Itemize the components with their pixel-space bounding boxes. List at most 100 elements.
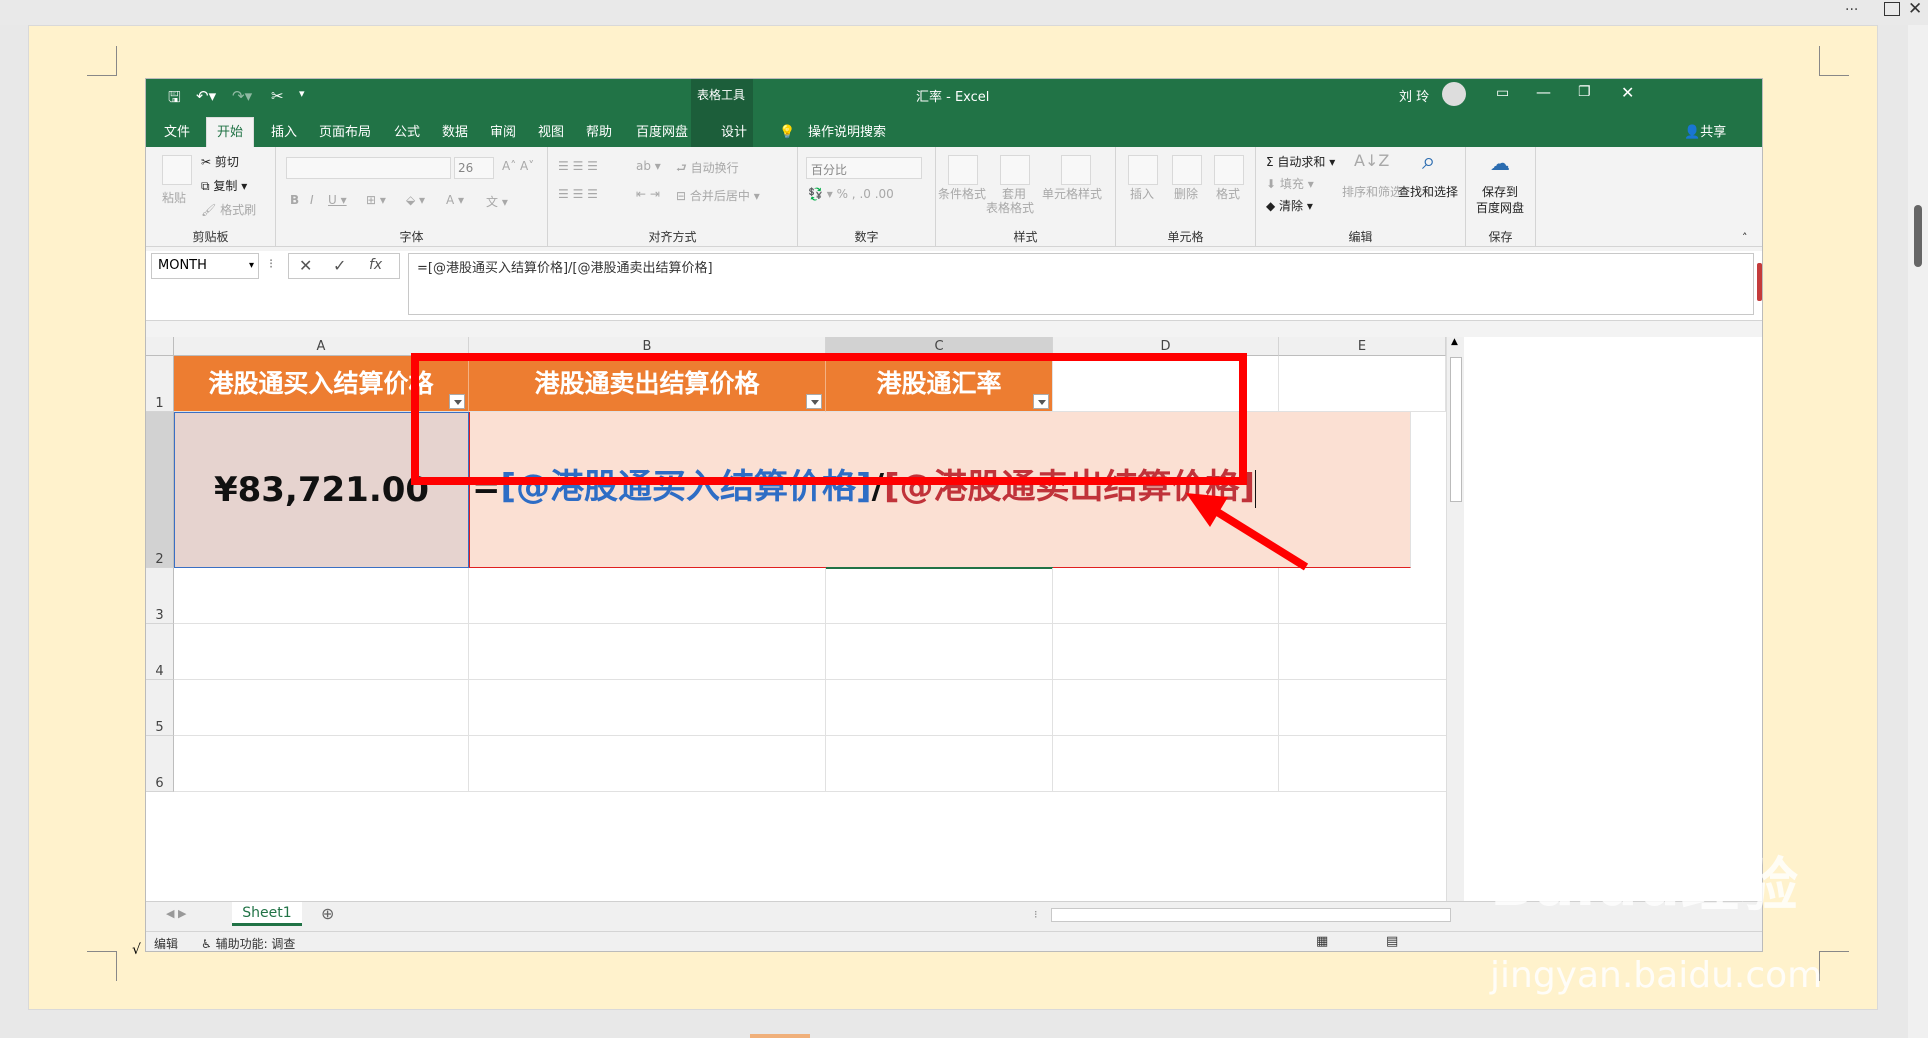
cut-button[interactable]: ✂ 剪切 — [201, 153, 239, 170]
vertical-scrollbar[interactable]: ▲ — [1446, 337, 1464, 901]
formula-scroll-thumb[interactable] — [1757, 263, 1762, 301]
row-header-4[interactable]: 4 — [146, 624, 174, 680]
delete-cells-label[interactable]: 删除 — [1174, 185, 1198, 202]
row-header-1[interactable]: 1 — [146, 356, 174, 412]
font-size-select[interactable]: 26 — [454, 157, 494, 179]
minimize-icon[interactable]: — — [1536, 83, 1551, 101]
outer-scrollbar[interactable] — [1908, 25, 1928, 1038]
page-layout-icon[interactable]: ▤ — [1386, 934, 1398, 949]
fill-button[interactable]: ⬇ 填充 ▾ — [1266, 175, 1314, 192]
find-select-label[interactable]: 查找和选择 — [1398, 183, 1458, 200]
insert-cells-icon[interactable] — [1128, 155, 1158, 185]
vertical-scroll-thumb[interactable] — [1450, 357, 1462, 502]
accessibility-status[interactable]: ♿ 辅助功能: 调查 — [201, 935, 295, 951]
bold-icon[interactable]: B — [290, 193, 299, 207]
add-sheet-icon[interactable]: ⊕ — [321, 904, 334, 923]
name-box[interactable]: MONTH ▾ — [151, 253, 259, 279]
normal-view-icon[interactable]: ▦ — [1316, 934, 1328, 949]
formula-bar-scroll[interactable] — [1756, 253, 1762, 303]
scissors-icon[interactable]: ✂ — [271, 87, 284, 105]
underline-icon[interactable]: U ▾ — [328, 193, 347, 207]
more-icon[interactable]: ··· — [1845, 2, 1858, 18]
redo-icon[interactable]: ↷▾ — [232, 87, 252, 105]
phonetic-icon[interactable]: 文 ▾ — [486, 193, 508, 210]
formula-input[interactable]: =[@港股通买入结算价格]/[@港股通卖出结算价格] — [408, 253, 1754, 315]
insert-function-icon[interactable]: fx — [369, 257, 382, 273]
row-header-5[interactable]: 5 — [146, 680, 174, 736]
wrap-text-button[interactable]: ⮐ 自动换行 — [676, 159, 739, 180]
row-header-3[interactable]: 3 — [146, 568, 174, 624]
paste-label[interactable]: 粘贴 — [162, 189, 186, 206]
close-icon[interactable]: ✕ — [1621, 83, 1634, 102]
italic-icon[interactable]: I — [310, 193, 314, 207]
fill-color-icon[interactable]: ⬙ ▾ — [406, 193, 425, 207]
tab-split-icon[interactable]: ⁝ — [1034, 908, 1038, 921]
close-icon[interactable]: ✕ — [1908, 0, 1922, 19]
save-to-label[interactable]: 保存到 — [1482, 183, 1518, 200]
avatar[interactable] — [1442, 82, 1466, 106]
tab-file[interactable]: 文件 — [164, 120, 190, 145]
top-align-icon[interactable]: ☰ ☰ ☰ — [558, 159, 598, 173]
conditional-format-label[interactable]: 条件格式 — [938, 185, 986, 202]
cell-styles-label[interactable]: 单元格样式 — [1042, 185, 1102, 202]
row-header-6[interactable]: 6 — [146, 736, 174, 792]
row-header-2[interactable]: 2 — [146, 412, 174, 568]
collapse-ribbon-icon[interactable]: ˄ — [1742, 231, 1748, 244]
baidu-cloud-icon[interactable]: ☁ — [1490, 151, 1510, 175]
name-box-dropdown-icon[interactable]: ▾ — [249, 254, 254, 278]
save-icon[interactable]: 🖫 — [168, 87, 181, 112]
tab-view[interactable]: 视图 — [538, 120, 564, 145]
format-cells-label[interactable]: 格式 — [1216, 185, 1240, 202]
format-cells-icon[interactable] — [1214, 155, 1244, 185]
cell-styles-icon[interactable] — [1061, 155, 1091, 185]
format-painter-button[interactable]: 🖌 格式刷 — [201, 201, 256, 218]
cell-e1[interactable] — [1279, 356, 1446, 412]
tab-page-layout[interactable]: 页面布局 — [319, 120, 371, 145]
enter-icon[interactable]: ✓ — [333, 256, 346, 275]
cancel-icon[interactable]: ✕ — [299, 256, 312, 275]
format-as-table-icon[interactable] — [1000, 155, 1030, 185]
baidu-netdisk-label[interactable]: 百度网盘 — [1476, 199, 1524, 216]
insert-cells-label[interactable]: 插入 — [1130, 185, 1154, 202]
format-as-table-label-2[interactable]: 表格格式 — [986, 199, 1034, 216]
undo-icon[interactable]: ↶▾ — [196, 87, 216, 105]
merge-center-button[interactable]: ⊟ 合并后居中 ▾ — [676, 187, 760, 204]
restore-icon[interactable]: ❐ — [1578, 84, 1591, 100]
autosum-button[interactable]: Σ 自动求和 ▾ — [1266, 153, 1335, 170]
currency-icon[interactable]: 💱 ▾ % , .0 .00 — [808, 187, 894, 201]
clear-button[interactable]: ◆ 清除 ▾ — [1266, 197, 1313, 214]
left-align-icon[interactable]: ☰ ☰ ☰ — [558, 187, 598, 201]
share-button[interactable]: 👤共享 — [1684, 120, 1726, 145]
tab-baidu-netdisk[interactable]: 百度网盘 — [636, 120, 688, 145]
column-header-e[interactable]: E — [1279, 337, 1446, 356]
tab-help[interactable]: 帮助 — [586, 120, 612, 145]
font-name-select[interactable] — [286, 157, 451, 179]
horizontal-scrollbar[interactable] — [1051, 908, 1451, 922]
restore-icon[interactable] — [1884, 2, 1900, 16]
tab-formulas[interactable]: 公式 — [394, 120, 420, 145]
conditional-format-icon[interactable] — [948, 155, 978, 185]
paste-icon[interactable] — [162, 155, 192, 185]
find-icon[interactable]: ⌕ — [1422, 147, 1435, 175]
sheet-tab-sheet1[interactable]: Sheet1 — [232, 902, 302, 926]
number-format-select[interactable]: 百分比 — [806, 157, 922, 179]
grow-font-icon[interactable]: A˄ A˅ — [502, 159, 534, 173]
scroll-up-icon[interactable]: ▲ — [1451, 337, 1458, 347]
orientation-icon[interactable]: ab ▾ — [636, 159, 661, 173]
outer-scroll-thumb[interactable] — [1914, 205, 1922, 267]
select-all-corner[interactable] — [146, 337, 174, 356]
tab-home[interactable]: 开始 — [206, 117, 255, 147]
tab-review[interactable]: 审阅 — [490, 120, 516, 145]
customize-qa-icon[interactable]: ▾ — [299, 87, 305, 100]
tab-insert[interactable]: 插入 — [271, 120, 297, 145]
ribbon-display-icon[interactable]: ▭ — [1496, 85, 1509, 101]
indent-icon[interactable]: ⇤ ⇥ — [636, 187, 660, 201]
tell-me-search[interactable]: 操作说明搜索 — [808, 120, 886, 145]
sheet-nav-icon[interactable]: ◀ ▶ — [166, 907, 186, 920]
copy-button[interactable]: ⧉ 复制 ▾ — [201, 177, 247, 194]
sort-filter-icon[interactable]: A↓Z — [1354, 151, 1389, 170]
delete-cells-icon[interactable] — [1172, 155, 1202, 185]
tab-data[interactable]: 数据 — [442, 120, 468, 145]
tab-design[interactable]: 设计 — [721, 120, 747, 145]
font-color-icon[interactable]: A ▾ — [446, 193, 464, 207]
